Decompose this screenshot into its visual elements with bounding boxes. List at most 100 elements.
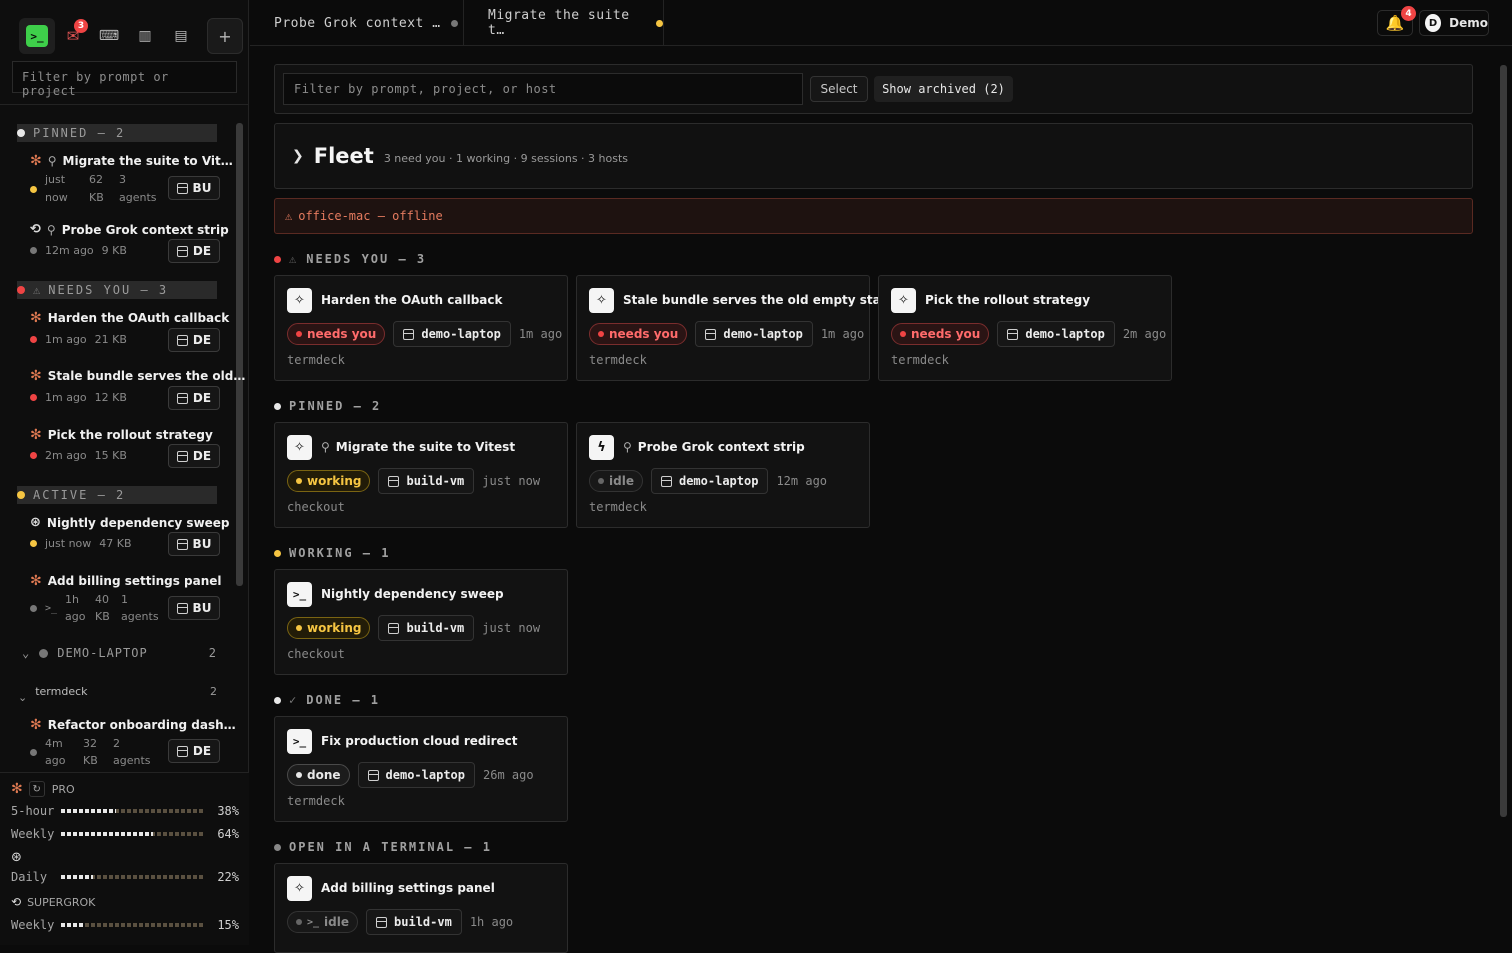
usage-bar xyxy=(61,875,205,879)
host-button[interactable]: BU xyxy=(168,532,220,556)
new-session-button[interactable]: + xyxy=(207,18,243,54)
claude-icon: ✻ xyxy=(30,368,42,384)
host-button[interactable]: build-vm xyxy=(378,615,475,641)
host-group-label: DEMO-LAPTOP xyxy=(57,646,148,660)
card-time: 12m ago xyxy=(776,474,828,488)
host-button[interactable]: demo-laptop xyxy=(357,762,475,788)
tab-session[interactable]: Migrate the suite t… xyxy=(464,0,664,46)
session-item[interactable]: ✻ ⚲ Migrate the suite to Vit… just now 62 K… xyxy=(30,153,233,205)
group-needs-you: ⚠ NEEDS YOU — 3 xyxy=(274,252,426,266)
host-button[interactable]: demo-laptop xyxy=(650,468,769,494)
section-needs-you[interactable]: ⚠ NEEDS YOU — 3 xyxy=(17,281,217,299)
usage-label: Weekly xyxy=(11,918,55,932)
usage-label: Daily xyxy=(11,870,48,884)
host-button[interactable]: DE xyxy=(168,386,220,410)
session-item[interactable]: ⟲ ⚲ Probe Grok context strip 12m ago 9 KB D… xyxy=(30,222,229,263)
server-icon xyxy=(705,328,717,340)
fleet-summary: 3 need you · 1 working · 9 sessions · 3 … xyxy=(383,151,629,165)
host-button[interactable]: BU xyxy=(168,596,220,620)
project-group[interactable]: ⌄ termdeck 2 xyxy=(18,679,217,704)
card-project: termdeck xyxy=(891,353,949,367)
session-card[interactable]: ✧ Pick the rollout strategy needs you de… xyxy=(878,275,1172,381)
plan-label: PRO xyxy=(51,782,75,796)
status-dot xyxy=(30,540,37,547)
host-button[interactable]: build-vm xyxy=(366,909,462,935)
main-scrollbar[interactable] xyxy=(1500,65,1507,817)
card-time: 1h ago xyxy=(469,915,514,929)
host-button[interactable]: DE xyxy=(168,239,220,263)
session-item[interactable]: ⊛ Nightly dependency sweep just now 47 KB … xyxy=(30,515,230,556)
tab-terminal[interactable]: >_ xyxy=(19,18,55,54)
session-card[interactable]: ✧ Stale bundle serves the old empty stat… xyxy=(576,275,895,381)
session-item[interactable]: ✻ Add billing settings panel >_ 1h ago 40 K… xyxy=(30,573,222,625)
avatar: D xyxy=(1425,14,1442,32)
status-dot xyxy=(274,549,281,557)
session-size: 40 KB xyxy=(95,593,110,623)
card-title: Probe Grok context strip xyxy=(637,440,805,454)
section-label: NEEDS YOU — 3 xyxy=(48,283,169,297)
card-time: just now xyxy=(482,621,541,635)
session-card[interactable]: ✧ Harden the OAuth callback needs you de… xyxy=(274,275,568,381)
user-name: Demo xyxy=(1449,16,1488,30)
host-button[interactable]: BU xyxy=(168,176,220,200)
host-group[interactable]: ⌄ DEMO-LAPTOP 2 xyxy=(22,646,217,660)
server-icon xyxy=(388,475,400,487)
card-project: checkout xyxy=(287,647,345,661)
session-item[interactable]: ✻ Stale bundle serves the old… 1m ago 12 K… xyxy=(30,368,245,410)
tab-archive[interactable]: ▤ xyxy=(163,18,199,54)
group-label: WORKING — 1 xyxy=(289,546,391,560)
usage-row: 5-hour 38% xyxy=(11,804,239,818)
section-pinned[interactable]: PINNED — 2 xyxy=(17,124,217,142)
tab-console[interactable]: ⌨ xyxy=(91,18,127,54)
user-menu-button[interactable]: D Demo xyxy=(1419,10,1489,36)
session-time: 2m ago xyxy=(45,449,87,462)
host-button[interactable]: build-vm xyxy=(378,468,475,494)
tab-inbox[interactable]: ✉ 3 xyxy=(55,18,91,54)
notifications-button[interactable]: 🔔 4 xyxy=(1377,6,1416,36)
session-card[interactable]: ϟ ⚲ Probe Grok context strip idle demo-la… xyxy=(576,422,870,528)
session-card[interactable]: ✧ Add billing settings panel >_ idle buil… xyxy=(274,863,568,953)
status-dot xyxy=(39,648,49,658)
archive-icon: ▤ xyxy=(174,28,188,44)
section-label: PINNED — 2 xyxy=(33,126,126,140)
fleet-panel[interactable]: ❯ Fleet 3 need you · 1 working · 9 sessi… xyxy=(274,123,1473,189)
server-icon xyxy=(376,916,388,928)
refresh-icon[interactable]: ↻ xyxy=(28,781,45,797)
session-card[interactable]: ✧ ⚲ Migrate the suite to Vitest working b… xyxy=(274,422,568,528)
host-button[interactable]: demo-laptop xyxy=(997,321,1115,347)
session-title: Pick the rollout strategy xyxy=(47,428,213,442)
usage-fill xyxy=(61,923,83,927)
server-icon xyxy=(176,392,188,404)
session-item[interactable]: ✻ Harden the OAuth callback 1m ago 21 KB D… xyxy=(30,310,229,352)
server-icon xyxy=(176,745,188,757)
host-button[interactable]: demo-laptop xyxy=(695,321,813,347)
usage-row: Weekly 64% xyxy=(11,827,239,841)
session-item[interactable]: ✻ Refactor onboarding dash… 4m ago 32 KB 2 … xyxy=(30,717,236,767)
group-working: WORKING — 1 xyxy=(274,546,390,560)
session-item[interactable]: ✻ Pick the rollout strategy 2m ago 15 KB D… xyxy=(30,427,220,468)
card-time: 1m ago xyxy=(518,327,563,341)
session-card[interactable]: >_ Nightly dependency sweep working buil… xyxy=(274,569,568,675)
tab-stats[interactable]: ▥ xyxy=(127,18,163,54)
usage-panel: ✻ ↻ PRO 5-hour 38% Weekly 64% ⊛ Daily 22% ⟲… xyxy=(0,772,249,945)
tab-session[interactable]: Probe Grok context … xyxy=(250,0,464,46)
terminal-icon: >_ xyxy=(307,916,320,928)
section-active[interactable]: ACTIVE — 2 xyxy=(17,486,217,504)
status-dot xyxy=(17,491,25,499)
show-archived-button[interactable]: Show archived (2) xyxy=(874,76,1013,102)
card-title: Nightly dependency sweep xyxy=(321,587,504,601)
sidebar-scrollbar[interactable] xyxy=(236,123,243,586)
host-button[interactable]: DE xyxy=(168,444,220,468)
session-size: 62 KB xyxy=(89,173,104,204)
search-input[interactable]: Filter by prompt, project, or host xyxy=(283,73,803,105)
host-button[interactable]: demo-laptop xyxy=(393,321,511,347)
host-button[interactable]: DE xyxy=(168,739,220,763)
host-button[interactable]: DE xyxy=(168,328,220,352)
sidebar-filter-input[interactable]: Filter by prompt or project xyxy=(12,61,237,98)
offline-text: office-mac — offline xyxy=(298,209,443,223)
session-card[interactable]: >_ Fix production cloud redirect done de… xyxy=(274,716,568,822)
project-group-count: 2 xyxy=(210,685,217,698)
select-button[interactable]: Select xyxy=(810,76,868,102)
usage-provider-openai: ⊛ xyxy=(11,850,239,865)
status-dot xyxy=(30,748,37,756)
